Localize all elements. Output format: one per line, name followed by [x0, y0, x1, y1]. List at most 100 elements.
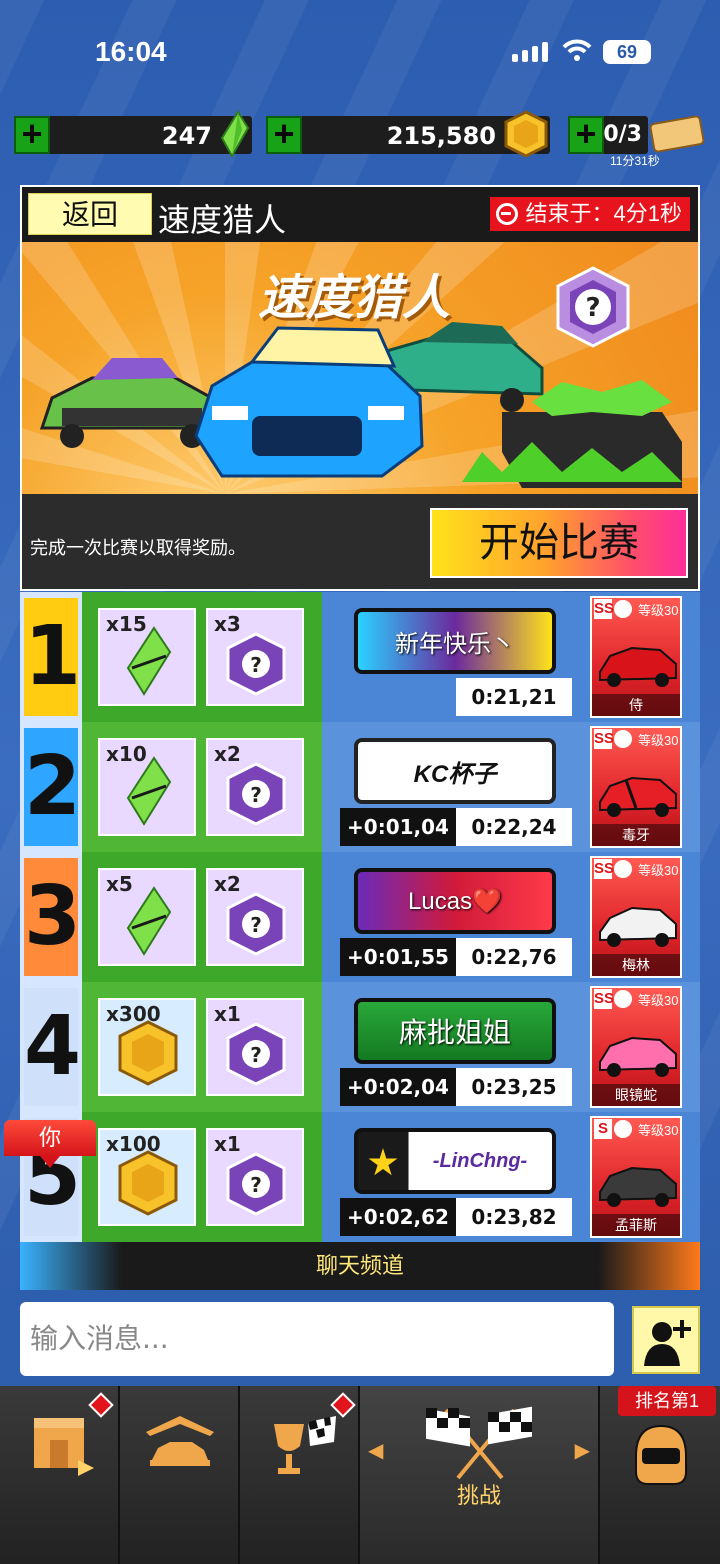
timer-icon — [495, 203, 518, 225]
page-title: 速度猎人 — [158, 202, 287, 238]
gem-icon — [126, 886, 172, 956]
checkered-flags-icon — [426, 1406, 532, 1480]
tickets-value: 0/3 — [603, 122, 642, 147]
player-name: Lucas❤️ — [408, 887, 502, 915]
player-area: 麻批姐姐 +0:02,04 0:23,25 SS 等级30 眼镜蛇 — [322, 982, 700, 1112]
rank-number: 4 — [24, 988, 81, 1106]
mystery-box-icon: ? — [226, 762, 286, 826]
svg-text:?: ? — [585, 293, 600, 323]
player-name: 新年快乐丶 — [395, 630, 515, 658]
battery-icon: 69 — [603, 40, 651, 64]
reward-area: x300 x1 ? — [82, 982, 322, 1112]
nav-events[interactable] — [240, 1386, 360, 1564]
event-panel: 返回 速度猎人 结束于：4分1秒 速度猎人 ? 完成一次比赛以取得奖励。 开始比… — [20, 185, 700, 591]
event-description: 完成一次比赛以取得奖励。 — [30, 538, 246, 558]
nav-garage[interactable] — [120, 1386, 240, 1564]
car-thumbnail — [599, 1166, 677, 1207]
car-name: 孟菲斯 — [592, 1214, 680, 1236]
class-badge: S — [594, 1119, 612, 1139]
lap-time: 0:23,82 — [456, 1198, 572, 1236]
car-name: 毒牙 — [592, 824, 680, 846]
start-race-button[interactable]: 开始比赛 — [430, 508, 688, 578]
event-description-row: 完成一次比赛以取得奖励。 开始比赛 — [22, 494, 698, 589]
add-friend-button[interactable] — [632, 1306, 700, 1374]
nav-challenge[interactable]: ◀ 挑战 ▶ — [360, 1386, 600, 1564]
rank-box: 3 — [20, 852, 82, 982]
leaderboard-row-you[interactable]: 5 x100 x1 ? -LinChng- +0:02,62 0:23,82 S… — [20, 1112, 700, 1242]
buy-gems-button[interactable]: + — [14, 116, 50, 154]
nav-challenge-label: 挑战 — [456, 1483, 501, 1508]
nav-shop[interactable] — [0, 1386, 120, 1564]
event-timer: 结束于：4分1秒 — [489, 197, 690, 231]
coin-reward: x100 — [98, 1128, 196, 1226]
mystery-box-icon: ? — [226, 892, 286, 956]
back-button[interactable]: 返回 — [28, 193, 152, 235]
rank-number: 3 — [24, 858, 81, 976]
car-level: 等级30 — [638, 862, 679, 878]
class-badge: SS — [594, 859, 615, 879]
brand-icon — [614, 860, 632, 878]
reward-area: x100 x1 ? — [82, 1112, 322, 1242]
car-card[interactable]: SS 等级30 侍 — [590, 596, 682, 718]
lap-time: 0:22,24 — [456, 808, 572, 846]
rank-number: 2 — [24, 728, 81, 846]
coin-icon — [118, 1150, 178, 1216]
leaderboard-row[interactable]: 2 x10 x2 ? KC杯子 +0:01,04 0:22,24 SS 等级30 … — [20, 722, 700, 852]
status-bar: 16:04 69 — [0, 0, 720, 100]
chat-channel-header[interactable]: 聊天频道 — [20, 1242, 700, 1290]
chat-input[interactable]: 输入消息... — [20, 1302, 614, 1376]
buy-tickets-button[interactable]: + — [568, 116, 604, 154]
leaderboard-row[interactable]: 1 x15 x3 ? 新年快乐丶 0:21,21 SS 等级30 侍 — [20, 592, 700, 722]
time-delta: +0:02,62 — [340, 1198, 456, 1236]
license-plate: 麻批姐姐 — [354, 998, 556, 1064]
car-level: 等级30 — [638, 602, 679, 618]
panel-header: 返回 速度猎人 结束于：4分1秒 — [22, 187, 698, 242]
lap-time: 0:23,25 — [456, 1068, 572, 1106]
svg-text:?: ? — [250, 1173, 262, 1197]
player-area: 新年快乐丶 0:21,21 SS 等级30 侍 — [322, 592, 700, 722]
car-card[interactable]: SS 等级30 梅林 — [590, 856, 682, 978]
blue-car-image — [194, 326, 424, 478]
gems-value: 247 — [161, 122, 212, 150]
gem-icon — [220, 110, 250, 158]
lap-time: 0:22,76 — [456, 938, 572, 976]
chevron-right-icon: ▶ — [574, 1440, 590, 1462]
coin-icon — [504, 110, 548, 158]
car-card[interactable]: S 等级30 孟菲斯 — [590, 1116, 682, 1238]
leaderboard-row[interactable]: 4 x300 x1 ? 麻批姐姐 +0:02,04 0:23,25 SS 等级30… — [20, 982, 700, 1112]
brand-icon — [614, 730, 632, 748]
leaderboard-row[interactable]: 3 x5 x2 ? Lucas❤️ +0:01,55 0:22,76 SS 等级3… — [20, 852, 700, 982]
car-level: 等级30 — [638, 1122, 679, 1138]
gem-crate-image — [462, 380, 682, 488]
mystery-box-icon: ? — [556, 266, 630, 348]
car-level: 等级30 — [638, 992, 679, 1008]
chevron-left-icon: ◀ — [368, 1440, 384, 1462]
license-plate: KC杯子 — [354, 738, 556, 804]
gem-icon — [126, 626, 172, 696]
gems-counter: + 247 — [14, 110, 252, 158]
brand-icon — [614, 990, 632, 1008]
time-delta: +0:02,04 — [340, 1068, 456, 1106]
class-badge: SS — [594, 599, 615, 619]
buy-coins-button[interactable]: + — [266, 116, 302, 154]
wifi-icon — [562, 39, 592, 61]
garage-icon — [146, 1416, 214, 1466]
mystery-reward: x1 ? — [206, 1128, 304, 1226]
gem-reward: x15 — [98, 608, 196, 706]
add-friend-icon — [644, 1320, 691, 1366]
car-card[interactable]: SS 等级30 毒牙 — [590, 726, 682, 848]
you-marker: 你 — [4, 1120, 96, 1168]
reward-area: x15 x3 ? — [82, 592, 322, 722]
gem-reward: x10 — [98, 738, 196, 836]
car-card[interactable]: SS 等级30 眼镜蛇 — [590, 986, 682, 1108]
license-plate: Lucas❤️ — [354, 868, 556, 934]
mystery-reward: x1 ? — [206, 998, 304, 1096]
car-thumbnail — [599, 906, 677, 947]
mystery-box-icon: ? — [226, 632, 286, 696]
shop-icon — [34, 1418, 94, 1476]
car-level: 等级30 — [638, 732, 679, 748]
lap-time: 0:21,21 — [456, 678, 572, 716]
brand-icon — [614, 1120, 632, 1138]
svg-text:?: ? — [250, 783, 262, 807]
speed-hunter-ticket-icon — [649, 115, 705, 153]
